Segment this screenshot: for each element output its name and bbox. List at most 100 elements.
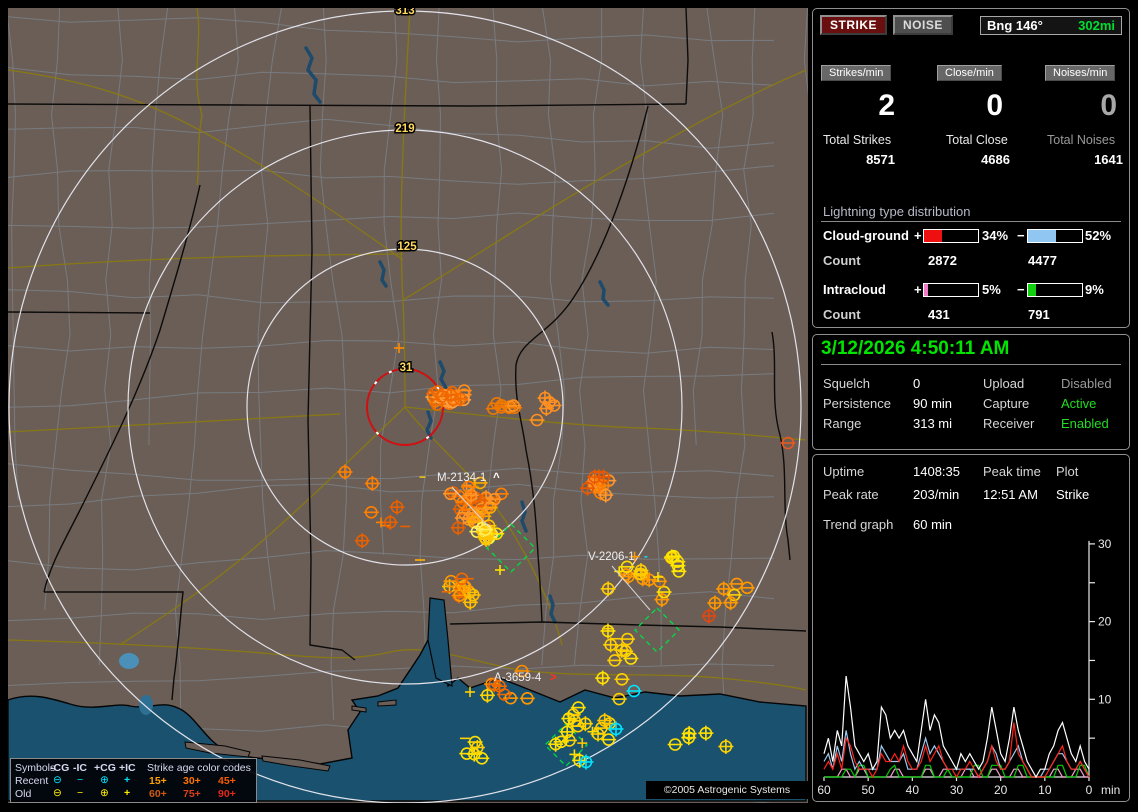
peak-rate-label: Peak rate (823, 487, 879, 502)
storm-cell-id: V-2206-1 (588, 551, 635, 563)
trend-graph: 10 20 30 60 50 40 30 20 10 0 min (817, 537, 1120, 797)
legend-header-cg-minus: -CG (50, 762, 70, 774)
bearing-label: Bng 146° (987, 17, 1043, 33)
legend-age-15: 15+ (149, 775, 167, 787)
total-noises-label: Total Noises (1047, 133, 1116, 147)
peak-rate-value: 203/min (913, 487, 960, 502)
capture-label: Capture (983, 396, 1030, 411)
bearing-distance: 302mi (1078, 17, 1115, 33)
legend-header-ic-plus: +IC (119, 762, 136, 774)
map-legend: Symbols -CG -IC +CG +IC Strike age color… (10, 758, 257, 803)
bearing-readout: Bng 146° 302mi (980, 15, 1122, 35)
legend-age-90: 90+ (218, 788, 236, 800)
ic-plus-count: 431 (928, 307, 950, 322)
cg-plus-count: 2872 (928, 253, 957, 268)
strike-button[interactable]: STRIKE (820, 15, 888, 35)
plot-value: Strike (1056, 487, 1090, 502)
trend-x-tick: 10 (1038, 783, 1052, 797)
ring-distance-label: 219 (395, 123, 414, 135)
cg-minus-count: 4477 (1028, 253, 1057, 268)
cg-plus-recent-icon: ⊕ (100, 774, 109, 786)
ic-minus-recent-icon: − (77, 774, 84, 786)
strike-stats-panel: STRIKE NOISE Bng 146° 302mi Strikes/min … (812, 8, 1130, 328)
ic-minus-count: 791 (1028, 307, 1050, 322)
receiver-status: Enabled (1061, 416, 1109, 431)
trend-window-value: 60 min (913, 517, 953, 532)
strikes-per-min-value: 2 (878, 89, 895, 122)
capture-status: Active (1061, 396, 1097, 411)
trend-x-tick: 30 (950, 783, 964, 797)
cg-plus-bar (923, 229, 979, 243)
lake (139, 695, 153, 715)
lake (119, 653, 139, 669)
noises-per-min-value: 0 (1100, 89, 1117, 122)
trend-panel: Uptime 1408:35 Peak time Plot Peak rate … (812, 454, 1130, 802)
app-window: − M-2134-1 ^ V-2206-1- A-3659-4 >313 219 125 31 … (0, 0, 1138, 812)
trend-x-tick: 40 (906, 783, 920, 797)
ring-distance-label: 313 (395, 8, 414, 17)
ic-plus-old-icon: + (124, 787, 131, 799)
intracloud-label: Intracloud (823, 282, 886, 297)
total-strikes-value: 8571 (866, 152, 895, 167)
cg-minus-sign: − (1017, 228, 1025, 243)
storm-trend-icon: ^ (493, 472, 500, 484)
upload-status: Disabled (1061, 376, 1112, 391)
trend-y-tick: 30 (1098, 537, 1112, 551)
close-per-min-label: Close/min (937, 65, 1002, 81)
storm-cell-id: A-3659-4 (494, 672, 542, 684)
range-label: Range (823, 416, 862, 431)
trend-graph-label: Trend graph (823, 517, 894, 532)
peak-time-label: Peak time (983, 464, 1041, 479)
peak-time-value: 12:51 AM (983, 487, 1038, 502)
cg-plus-pct: 34% (982, 228, 1009, 243)
total-close-value: 4686 (981, 152, 1010, 167)
ring-distance-label: 31 (400, 362, 413, 374)
plot-label: Plot (1056, 464, 1079, 479)
close-per-min-value: 0 (986, 89, 1003, 122)
copyright-label: ©2005 Astrogenic Systems (646, 781, 808, 799)
range-value: 313 mi (913, 416, 953, 431)
cg-minus-pct: 52% (1085, 228, 1112, 243)
legend-header-ic-minus: -IC (73, 762, 87, 774)
total-noises-value: 1641 (1094, 152, 1123, 167)
cg-plus-sign: + (914, 228, 922, 243)
datetime-display: 3/12/2026 4:50:11 AM (821, 338, 1010, 359)
noise-button[interactable]: NOISE (893, 15, 953, 35)
legend-row-old-label: Old (15, 788, 32, 800)
divider (821, 364, 1121, 365)
storm-trend-icon: > (550, 672, 557, 684)
upload-label: Upload (983, 376, 1025, 391)
uptime-value: 1408:35 (913, 464, 960, 479)
ic-minus-bar (1027, 283, 1083, 297)
ic-plus-bar (923, 283, 979, 297)
total-close-label: Total Close (946, 133, 1008, 147)
legend-age-45: 45+ (218, 775, 236, 787)
divider (821, 221, 1121, 222)
cg-minus-bar (1027, 229, 1083, 243)
trend-series-total_strikes (823, 675, 1090, 779)
trend-x-tick: 20 (994, 783, 1008, 797)
trend-x-tick: 60 (817, 783, 831, 797)
persistence-value: 90 min (913, 396, 953, 411)
ic-minus-sign: − (1017, 282, 1025, 297)
trend-x-tick: 50 (861, 783, 875, 797)
legend-row-recent-label: Recent (15, 775, 49, 787)
legend-age-75: 75+ (183, 788, 201, 800)
noises-per-min-label: Noises/min (1045, 65, 1116, 81)
ic-minus-pct: 9% (1085, 282, 1104, 297)
trend-y-tick: 20 (1098, 615, 1112, 629)
cg-plus-old-icon: ⊕ (100, 787, 109, 799)
cg-minus-old-icon: ⊖ (53, 787, 62, 799)
cg-count-label: Count (823, 253, 861, 268)
strikes-per-min-label: Strikes/min (821, 65, 892, 81)
squelch-value: 0 (913, 376, 921, 391)
legend-age-30: 30+ (183, 775, 201, 787)
receiver-label: Receiver (983, 416, 1035, 431)
ic-plus-recent-icon: + (124, 774, 131, 786)
storm-cell-id: M-2134-1 (437, 472, 486, 484)
cloud-ground-label: Cloud-ground (823, 228, 909, 243)
squelch-label: Squelch (823, 376, 870, 391)
total-strikes-label: Total Strikes (823, 133, 892, 147)
trend-y-tick: 10 (1098, 692, 1112, 706)
lightning-map[interactable]: − M-2134-1 ^V-2206-1 -A-3659-4 >31321912531 (8, 8, 808, 803)
